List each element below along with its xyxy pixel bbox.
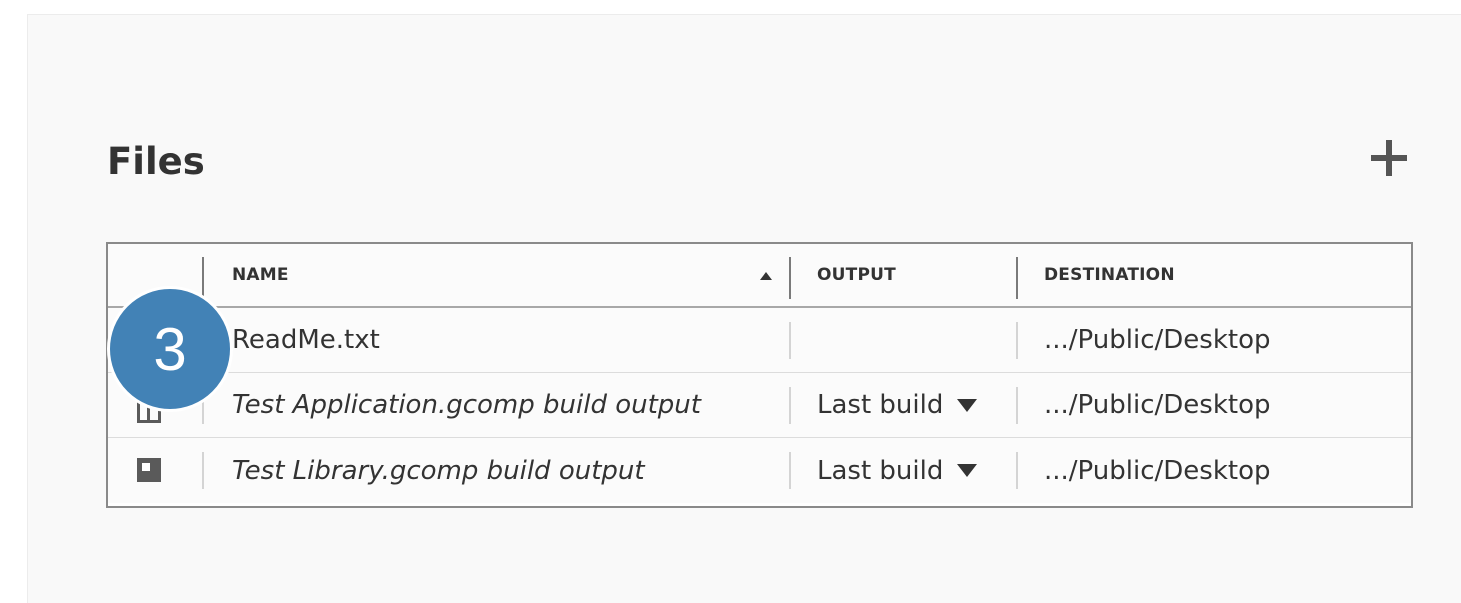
section-title: Files [107,140,205,183]
type-cell [108,438,202,503]
output-cell [817,308,1017,372]
destination-path: .../Public/Desktop [1044,325,1271,355]
destination-path: .../Public/Desktop [1044,455,1271,486]
column-divider[interactable] [1016,257,1018,299]
table-row[interactable]: Test Application.gcomp build output Last… [108,373,1411,438]
column-header-destination[interactable]: DESTINATION [1044,244,1404,306]
table-header: NAME OUTPUT DESTINATION [108,244,1411,308]
output-cell: Last build [817,373,1017,437]
column-header-name[interactable]: NAME [232,244,792,306]
caret-down-icon [957,464,978,477]
cell-divider [1016,322,1018,359]
library-icon [137,458,161,482]
table-row[interactable]: Test Library.gcomp build output Last bui… [108,438,1411,503]
column-divider[interactable] [202,257,204,299]
output-cell: Last build [817,438,1017,503]
output-dropdown[interactable]: Last build [817,455,978,486]
file-name: Test Application.gcomp build output [232,390,701,420]
callout-badge: 3 [107,286,233,412]
column-divider[interactable] [789,257,791,299]
cell-divider [1016,387,1018,424]
add-file-button[interactable] [1365,134,1411,180]
cell-divider [789,387,791,424]
output-dropdown-value: Last build [817,455,944,486]
output-dropdown[interactable]: Last build [817,390,978,420]
caret-down-icon [957,398,978,412]
cell-divider [202,452,204,489]
cell-divider [789,322,791,359]
output-dropdown-value: Last build [817,390,944,420]
column-header-output[interactable]: OUTPUT [817,244,1017,306]
cell-divider [1016,452,1018,489]
sort-ascending-icon [760,272,772,280]
destination-path: .../Public/Desktop [1044,390,1271,420]
files-table: NAME OUTPUT DESTINATION ReadMe.txt .../P… [106,242,1413,508]
file-name: ReadMe.txt [232,325,380,355]
table-row[interactable]: ReadMe.txt .../Public/Desktop [108,308,1411,373]
cell-divider [789,452,791,489]
file-name: Test Library.gcomp build output [232,455,645,486]
